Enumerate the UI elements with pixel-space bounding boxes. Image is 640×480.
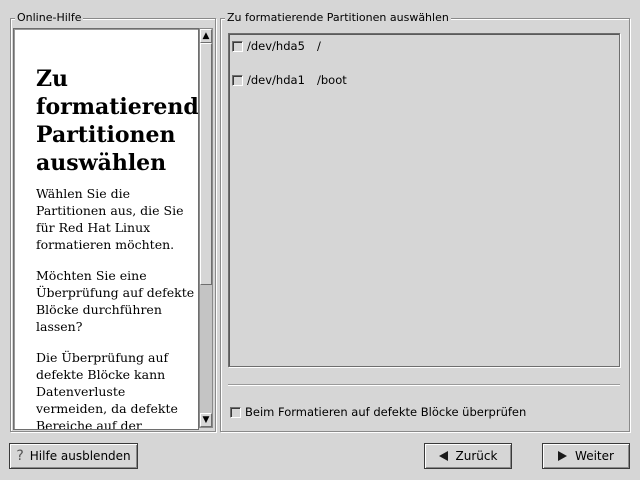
help-content: Zu formatierende Partitionen auswählen W…	[36, 65, 199, 430]
hide-help-button[interactable]: ? Hilfe ausblenden	[9, 443, 138, 469]
partition-mount: /	[317, 39, 321, 53]
partition-checkbox[interactable]	[232, 74, 243, 86]
next-button[interactable]: Weiter	[542, 443, 630, 469]
partition-row[interactable]: /dev/hda5 /	[232, 39, 321, 53]
help-frame: Online-Hilfe Zu formatierende Partitione…	[10, 11, 216, 432]
left-arrow-icon	[438, 451, 448, 461]
back-label: Zurück	[455, 449, 498, 463]
help-frame-title: Online-Hilfe	[15, 11, 84, 25]
separator	[228, 384, 620, 386]
help-view: Zu formatierende Partitionen auswählen W…	[13, 28, 199, 430]
installer-window: Online-Hilfe Zu formatierende Partitione…	[0, 0, 640, 480]
scroll-down-icon[interactable]: ▼	[200, 413, 212, 427]
partition-frame: Zu formatierende Partitionen auswählen /…	[220, 11, 630, 432]
help-heading: Zu formatierende Partitionen auswählen	[36, 66, 199, 176]
badblocks-checkbox[interactable]	[230, 406, 241, 418]
question-icon: ?	[16, 448, 24, 464]
help-paragraph-2: Möchten Sie eine Überprüfung auf defekte…	[36, 268, 195, 334]
badblocks-label: Beim Formatieren auf defekte Blöcke über…	[245, 405, 527, 419]
back-button[interactable]: Zurück	[424, 443, 512, 469]
next-label: Weiter	[575, 449, 614, 463]
partition-row[interactable]: /dev/hda1 /boot	[232, 73, 347, 87]
badblocks-option[interactable]: Beim Formatieren auf defekte Blöcke über…	[230, 405, 526, 419]
help-scrollbar[interactable]: ▲ ▼	[199, 28, 213, 428]
help-paragraph-1: Wählen Sie die Partitionen aus, die Sie …	[36, 186, 184, 252]
partition-frame-title: Zu formatierende Partitionen auswählen	[225, 11, 451, 25]
partition-device: /dev/hda5	[247, 39, 305, 53]
right-arrow-icon	[558, 451, 568, 461]
partition-device: /dev/hda1	[247, 73, 305, 87]
hide-help-label: Hilfe ausblenden	[29, 449, 131, 463]
scroll-up-icon[interactable]: ▲	[200, 29, 212, 43]
partition-checkbox[interactable]	[232, 40, 243, 52]
help-paragraph-3: Die Überprüfung auf defekte Blöcke kann …	[36, 350, 178, 430]
partition-list: /dev/hda5 / /dev/hda1 /boot	[228, 33, 620, 367]
partition-mount: /boot	[317, 73, 347, 87]
scroll-thumb[interactable]	[200, 43, 212, 285]
